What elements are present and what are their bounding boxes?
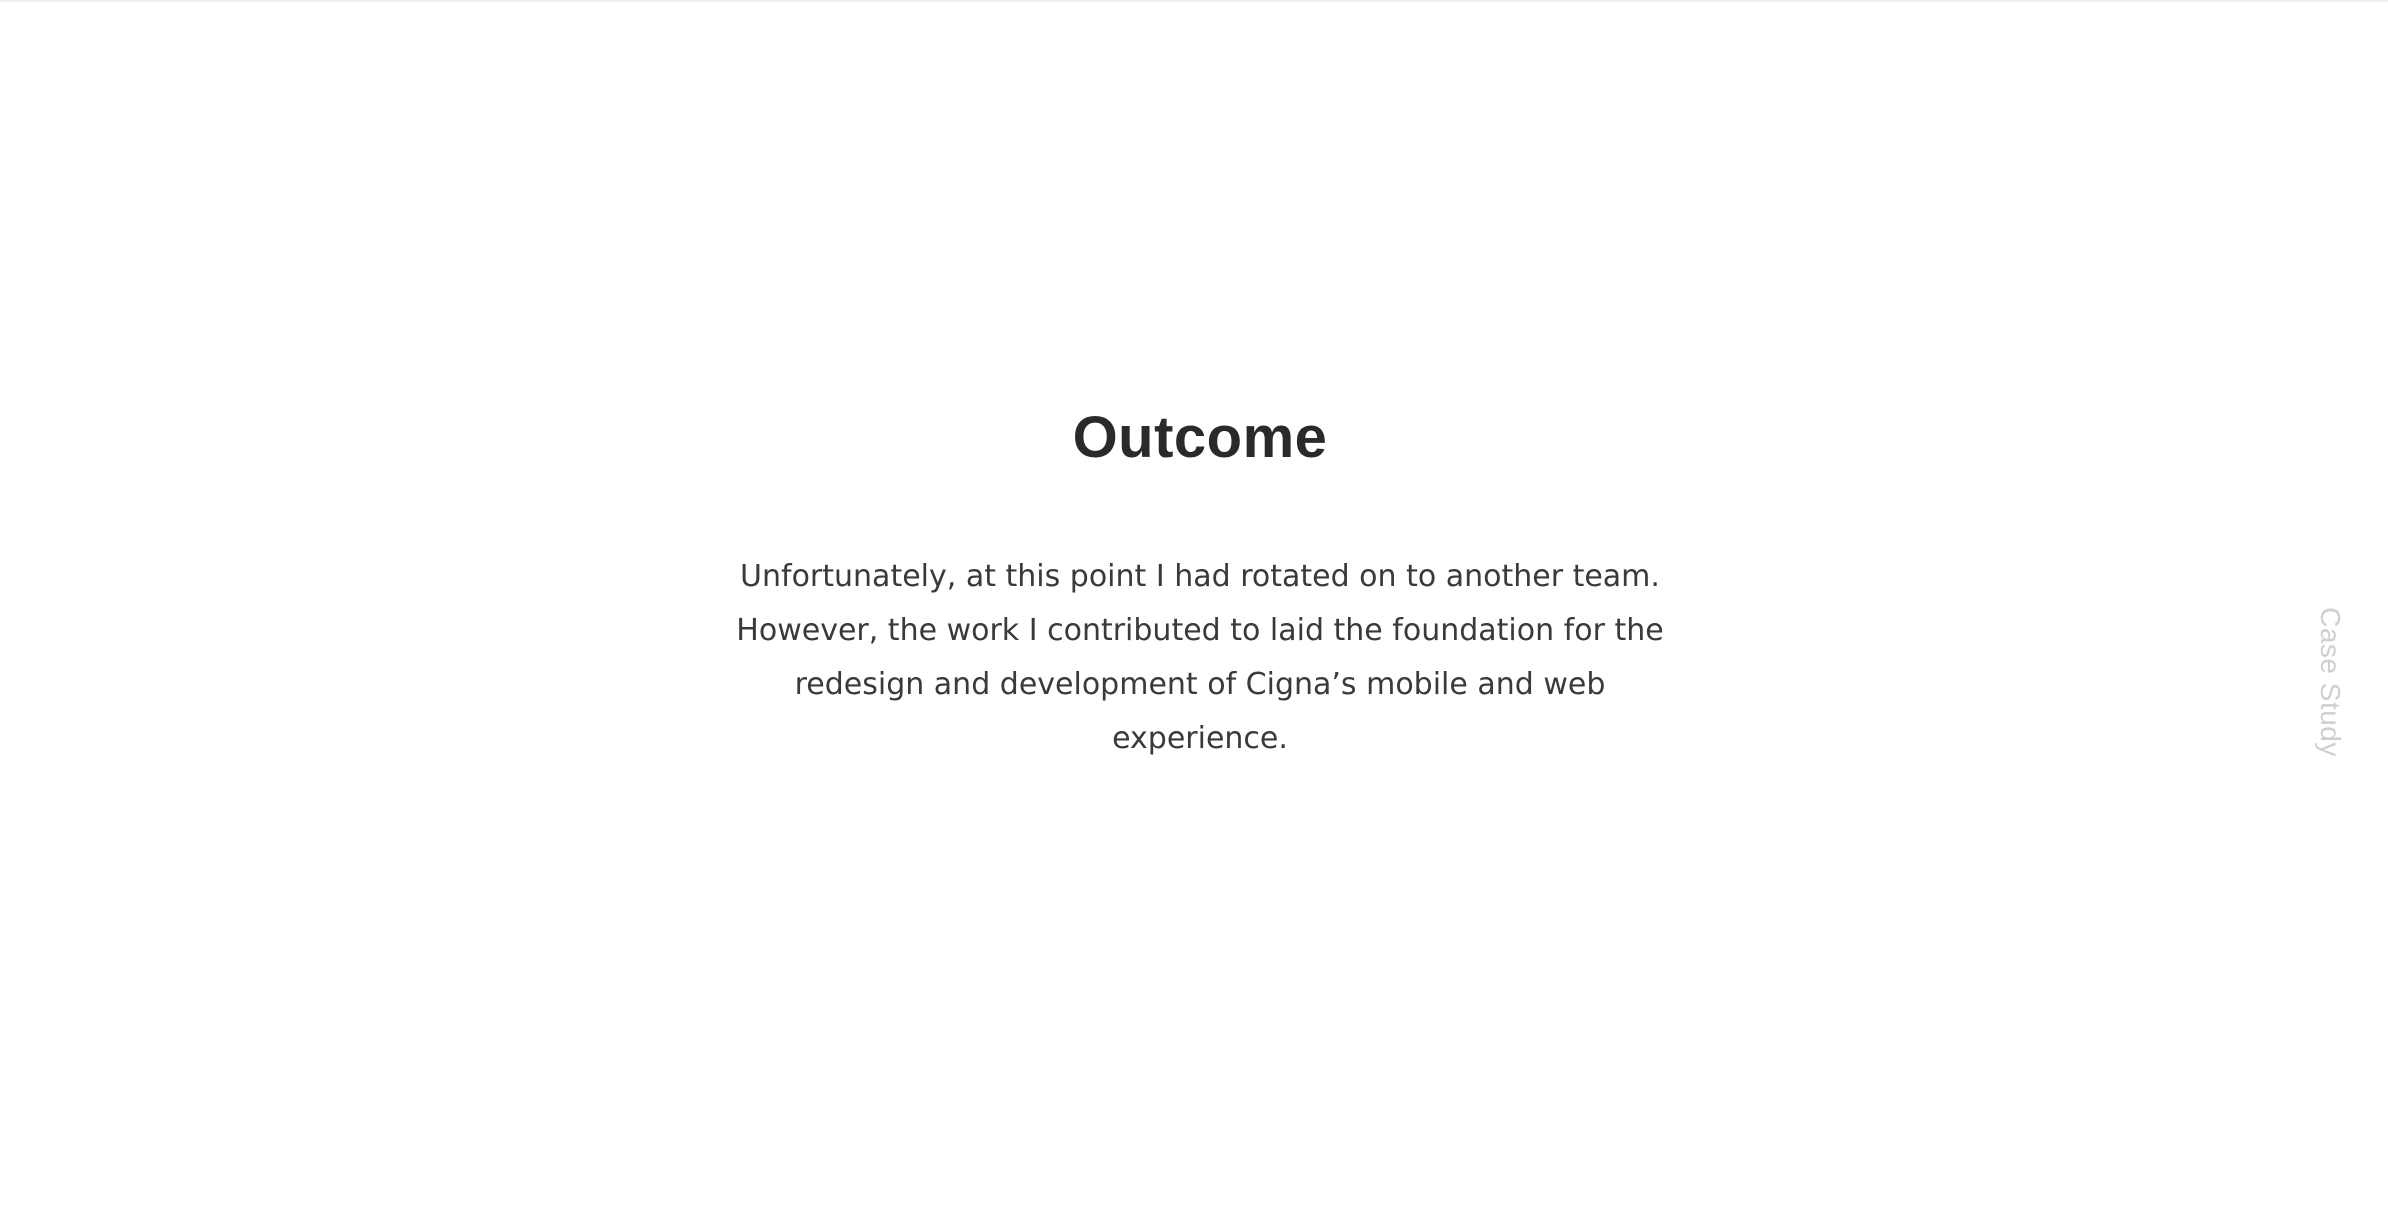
side-case-study-link[interactable]: Case Study	[2310, 602, 2350, 762]
section-body: Unfortunately, at this point I had rotat…	[736, 559, 1664, 756]
side-case-study-label: Case Study	[2315, 607, 2346, 757]
page: Outcome Unfortunately, at this point I h…	[0, 0, 2388, 1224]
section-title: Outcome	[1072, 405, 1328, 470]
outcome-section: Outcome Unfortunately, at this point I h…	[0, 2, 2388, 1224]
